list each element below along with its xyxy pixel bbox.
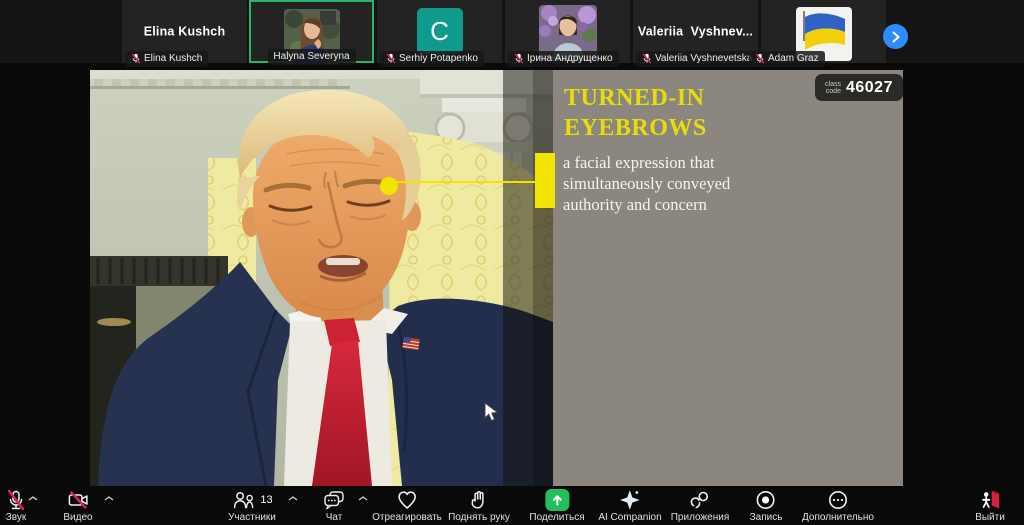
participant-label-text: Valeriia Vyshnevetska	[655, 53, 752, 64]
class-code-badge: class code 46027	[815, 74, 903, 101]
slide-title-line1: TURNED-IN	[564, 83, 707, 113]
apps-label: Приложения	[671, 512, 730, 523]
mic-muted-icon	[386, 53, 396, 64]
chevron-right-icon	[891, 31, 901, 43]
participant-center-name: Valeriia Vyshnev...	[633, 24, 758, 38]
participants-label: Участники	[228, 512, 276, 523]
record-icon	[755, 489, 777, 511]
participant-label: Serhiy Potapenko	[380, 51, 484, 67]
slide-body-line1: a facial expression that	[563, 152, 730, 173]
participant-strip: Elina Kushch Elina Kushch	[0, 0, 1024, 63]
participant-label-text: Halyna Severyna	[273, 51, 349, 62]
ai-companion-sparkle-icon	[619, 489, 641, 511]
participant-tile-valeriia-vyshnevetska[interactable]: Valeriia Vyshnev... Valeriia Vyshnevetsk…	[633, 0, 758, 63]
caret-up-icon[interactable]	[358, 496, 368, 501]
share-screen-label: Поделиться	[529, 512, 584, 523]
react-button[interactable]: Отреагировать	[372, 489, 442, 523]
more-button[interactable]: Дополнительно	[802, 489, 874, 523]
slide-title-line2: EYEBROWS	[564, 113, 707, 143]
participant-label-text: Serhiy Potapenko	[399, 53, 478, 64]
raise-hand-button[interactable]: Поднять руку	[448, 489, 510, 523]
ai-companion-button[interactable]: AI Companion	[598, 489, 661, 523]
participant-tile-elina-kushch[interactable]: Elina Kushch Elina Kushch	[122, 0, 247, 63]
caret-up-icon[interactable]	[288, 496, 298, 501]
participant-center-name: Elina Kushch	[122, 24, 247, 38]
participant-label-text: Ірина Андрущенко	[527, 53, 613, 64]
participant-tile-adam-graz[interactable]: Adam Graz	[761, 0, 886, 63]
participant-tile-halyna-severyna[interactable]: Halyna Severyna	[249, 0, 374, 63]
avatar-letter: C	[430, 16, 449, 47]
react-label: Отреагировать	[372, 512, 442, 523]
apps-button[interactable]: Приложения	[671, 489, 730, 523]
next-participants-button[interactable]	[883, 24, 908, 49]
heart-icon	[396, 489, 418, 511]
cursor-icon	[482, 402, 498, 427]
participant-label-text: Adam Graz	[768, 53, 819, 64]
slide-body-line2: simultaneously conveyed	[563, 173, 730, 194]
participant-label: Ірина Андрущенко	[508, 51, 619, 67]
participant-tile-iryna-andrushchenko[interactable]: Ірина Андрущенко	[505, 0, 630, 63]
participant-label: Halyna Severyna	[267, 49, 355, 65]
participants-icon	[231, 489, 257, 511]
camera-muted-icon	[66, 489, 90, 511]
mute-button[interactable]: Звук	[5, 489, 27, 523]
video-button[interactable]: Видео	[63, 489, 92, 523]
record-button[interactable]: Запись	[750, 489, 783, 523]
participants-button[interactable]: 13 Участники	[228, 489, 276, 523]
class-code-words: class code	[825, 81, 841, 95]
apps-icon	[689, 489, 711, 511]
chat-label: Чат	[326, 512, 343, 523]
raised-hand-icon	[468, 489, 490, 511]
slide-text-panel: TURNED-IN EYEBROWS a facial expression t…	[553, 70, 903, 486]
record-label: Запись	[750, 512, 783, 523]
video-label: Видео	[63, 512, 92, 523]
participant-label: Adam Graz	[749, 51, 825, 67]
class-code-value: 46027	[846, 79, 893, 97]
mic-muted-icon	[642, 53, 652, 64]
mic-muted-icon	[514, 53, 524, 64]
share-screen-icon	[545, 489, 569, 511]
callout-bar	[535, 153, 555, 208]
caret-up-icon[interactable]	[28, 496, 38, 501]
callout-line	[389, 181, 537, 183]
leave-button[interactable]: Выйти	[975, 489, 1005, 523]
participant-label-text: Elina Kushch	[144, 53, 202, 64]
leave-icon	[978, 489, 1002, 511]
zoom-meeting-window: Elina Kushch Elina Kushch	[0, 0, 1024, 525]
chat-icon	[322, 489, 346, 511]
meeting-toolbar: Звук Видео 13 Участники	[0, 486, 1024, 525]
letter-avatar: C	[417, 8, 463, 54]
mic-muted-icon	[755, 53, 765, 64]
mute-label: Звук	[6, 512, 27, 523]
leave-label: Выйти	[975, 512, 1005, 523]
callout-dot	[380, 177, 398, 195]
chat-button[interactable]: Чат	[322, 489, 346, 523]
mic-muted-icon	[131, 53, 141, 64]
participants-count: 13	[260, 494, 272, 506]
slide-body-line3: authority and concern	[563, 194, 730, 215]
mic-muted-icon	[5, 489, 27, 511]
share-screen-button[interactable]: Поделиться	[529, 489, 584, 523]
caret-up-icon[interactable]	[104, 496, 114, 501]
ai-companion-label: AI Companion	[598, 512, 661, 523]
more-label: Дополнительно	[802, 512, 874, 523]
participant-tile-serhiy-potapenko[interactable]: C Serhiy Potapenko	[377, 0, 502, 63]
raise-hand-label: Поднять руку	[448, 512, 510, 523]
participant-label: Valeriia Vyshnevetska	[636, 51, 758, 67]
more-icon	[827, 489, 849, 511]
participant-label: Elina Kushch	[125, 51, 208, 67]
slide-title: TURNED-IN EYEBROWS	[564, 83, 707, 143]
slide-definition-text: a facial expression that simultaneously …	[563, 152, 730, 215]
